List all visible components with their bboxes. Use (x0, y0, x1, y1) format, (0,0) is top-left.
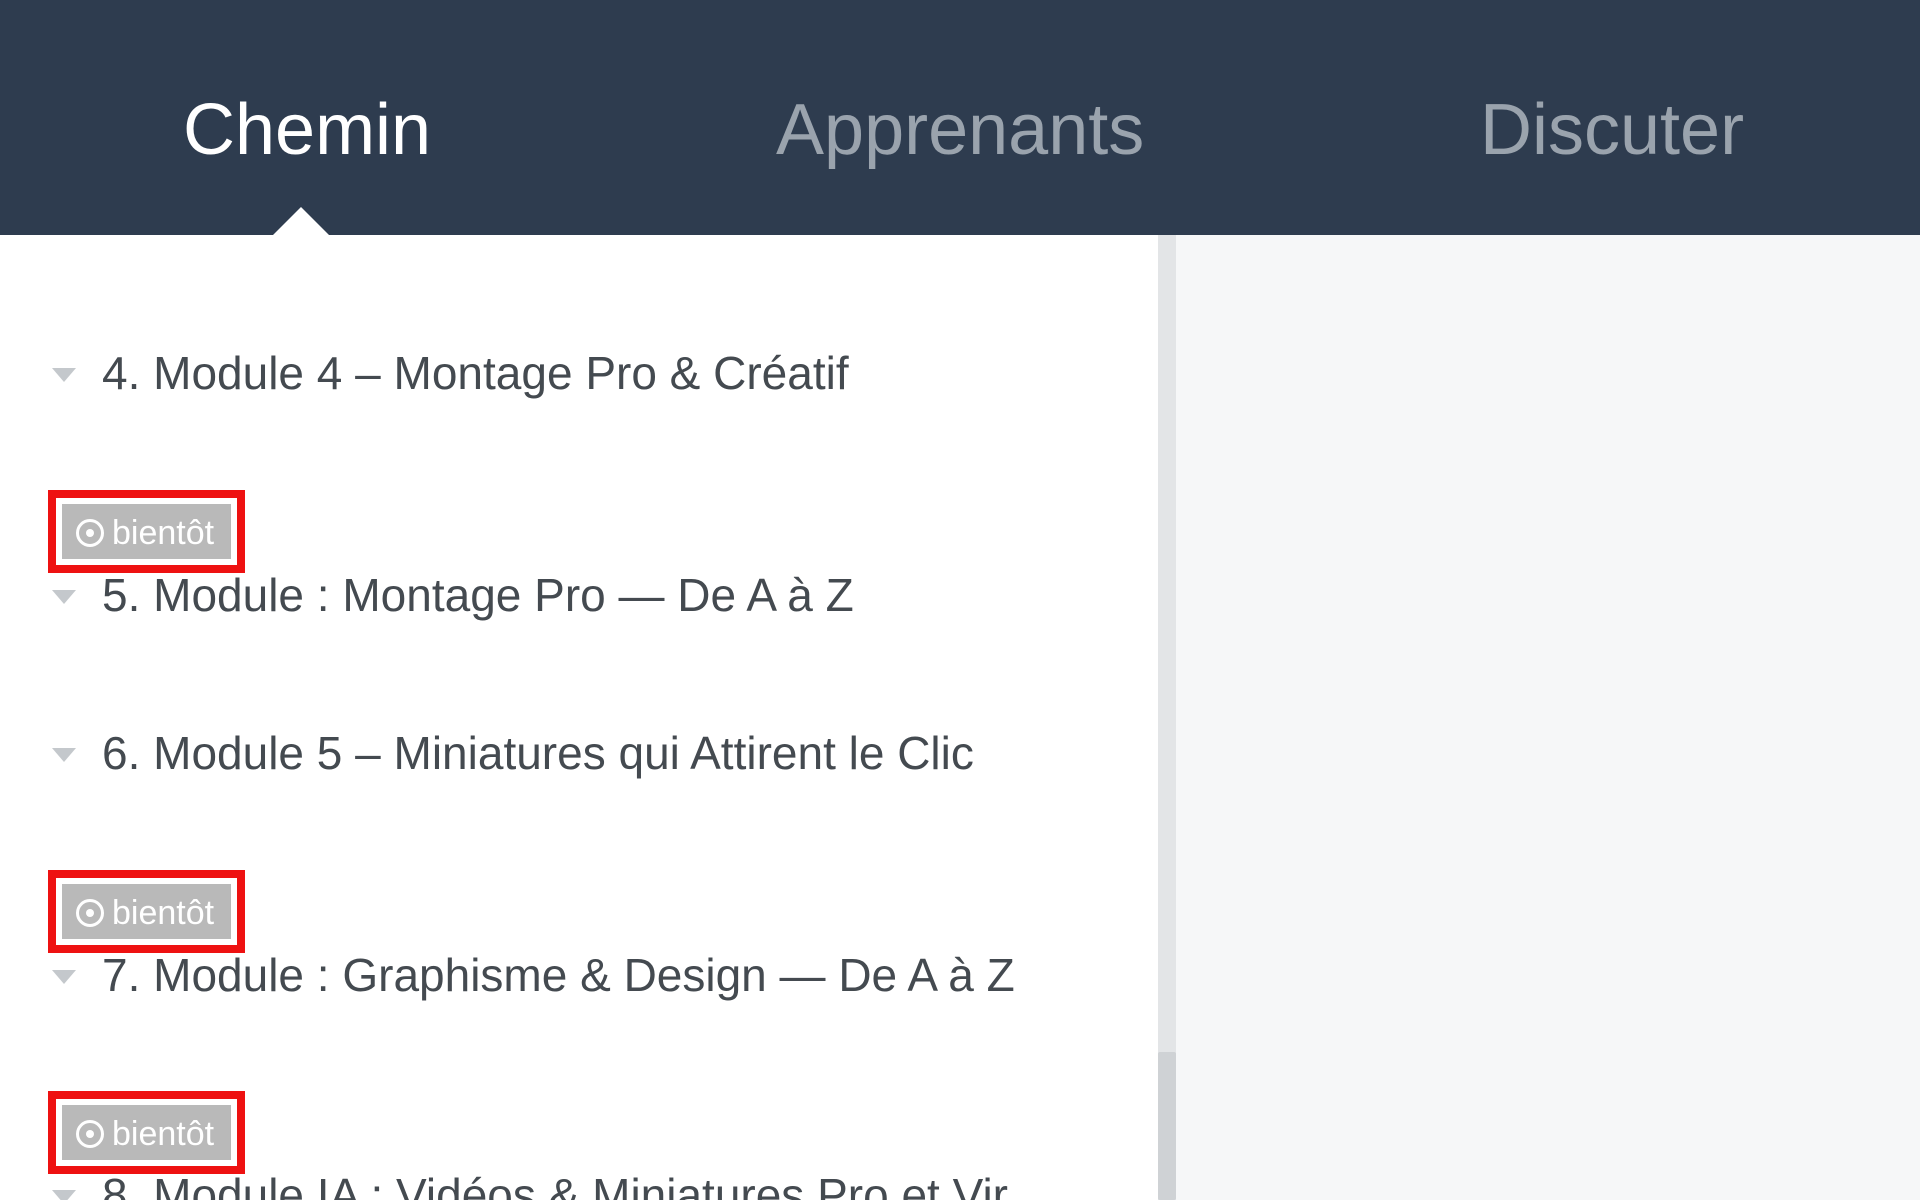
module-title: 8. Module IA : Vidéos & Miniatures Pro e… (102, 1169, 1008, 1200)
clock-icon (76, 519, 104, 547)
tab-chemin[interactable]: Chemin (183, 90, 431, 170)
course-path-panel: 4. Module 4 – Montage Pro & Créatif bien… (0, 235, 1158, 1200)
caret-down-icon[interactable] (52, 590, 76, 604)
tab-discuter[interactable]: Discuter (1480, 90, 1744, 170)
badge-label: bientôt (112, 1115, 215, 1153)
module-title: 7. Module : Graphisme & Design — De A à … (102, 949, 1015, 1001)
caret-down-icon[interactable] (52, 1190, 76, 1200)
scrollbar-thumb[interactable] (1158, 1052, 1176, 1200)
module-title: 5. Module : Montage Pro — De A à Z (102, 569, 854, 621)
module-title: 4. Module 4 – Montage Pro & Créatif (102, 347, 849, 399)
caret-down-icon[interactable] (52, 748, 76, 762)
coming-soon-badge: bientôt (48, 1091, 245, 1174)
clock-icon (76, 1120, 104, 1148)
coming-soon-badge: bientôt (48, 490, 245, 573)
content-panel (1176, 235, 1920, 1200)
tab-apprenants[interactable]: Apprenants (776, 90, 1144, 170)
active-tab-indicator (273, 207, 329, 235)
badge-label: bientôt (112, 514, 215, 552)
caret-down-icon[interactable] (52, 368, 76, 382)
badge-label: bientôt (112, 894, 215, 932)
coming-soon-badge: bientôt (48, 870, 245, 953)
module-title: 6. Module 5 – Miniatures qui Attirent le… (102, 727, 974, 779)
caret-down-icon[interactable] (52, 970, 76, 984)
clock-icon (76, 899, 104, 927)
top-navigation-bar: Chemin Apprenants Discuter (0, 0, 1920, 235)
